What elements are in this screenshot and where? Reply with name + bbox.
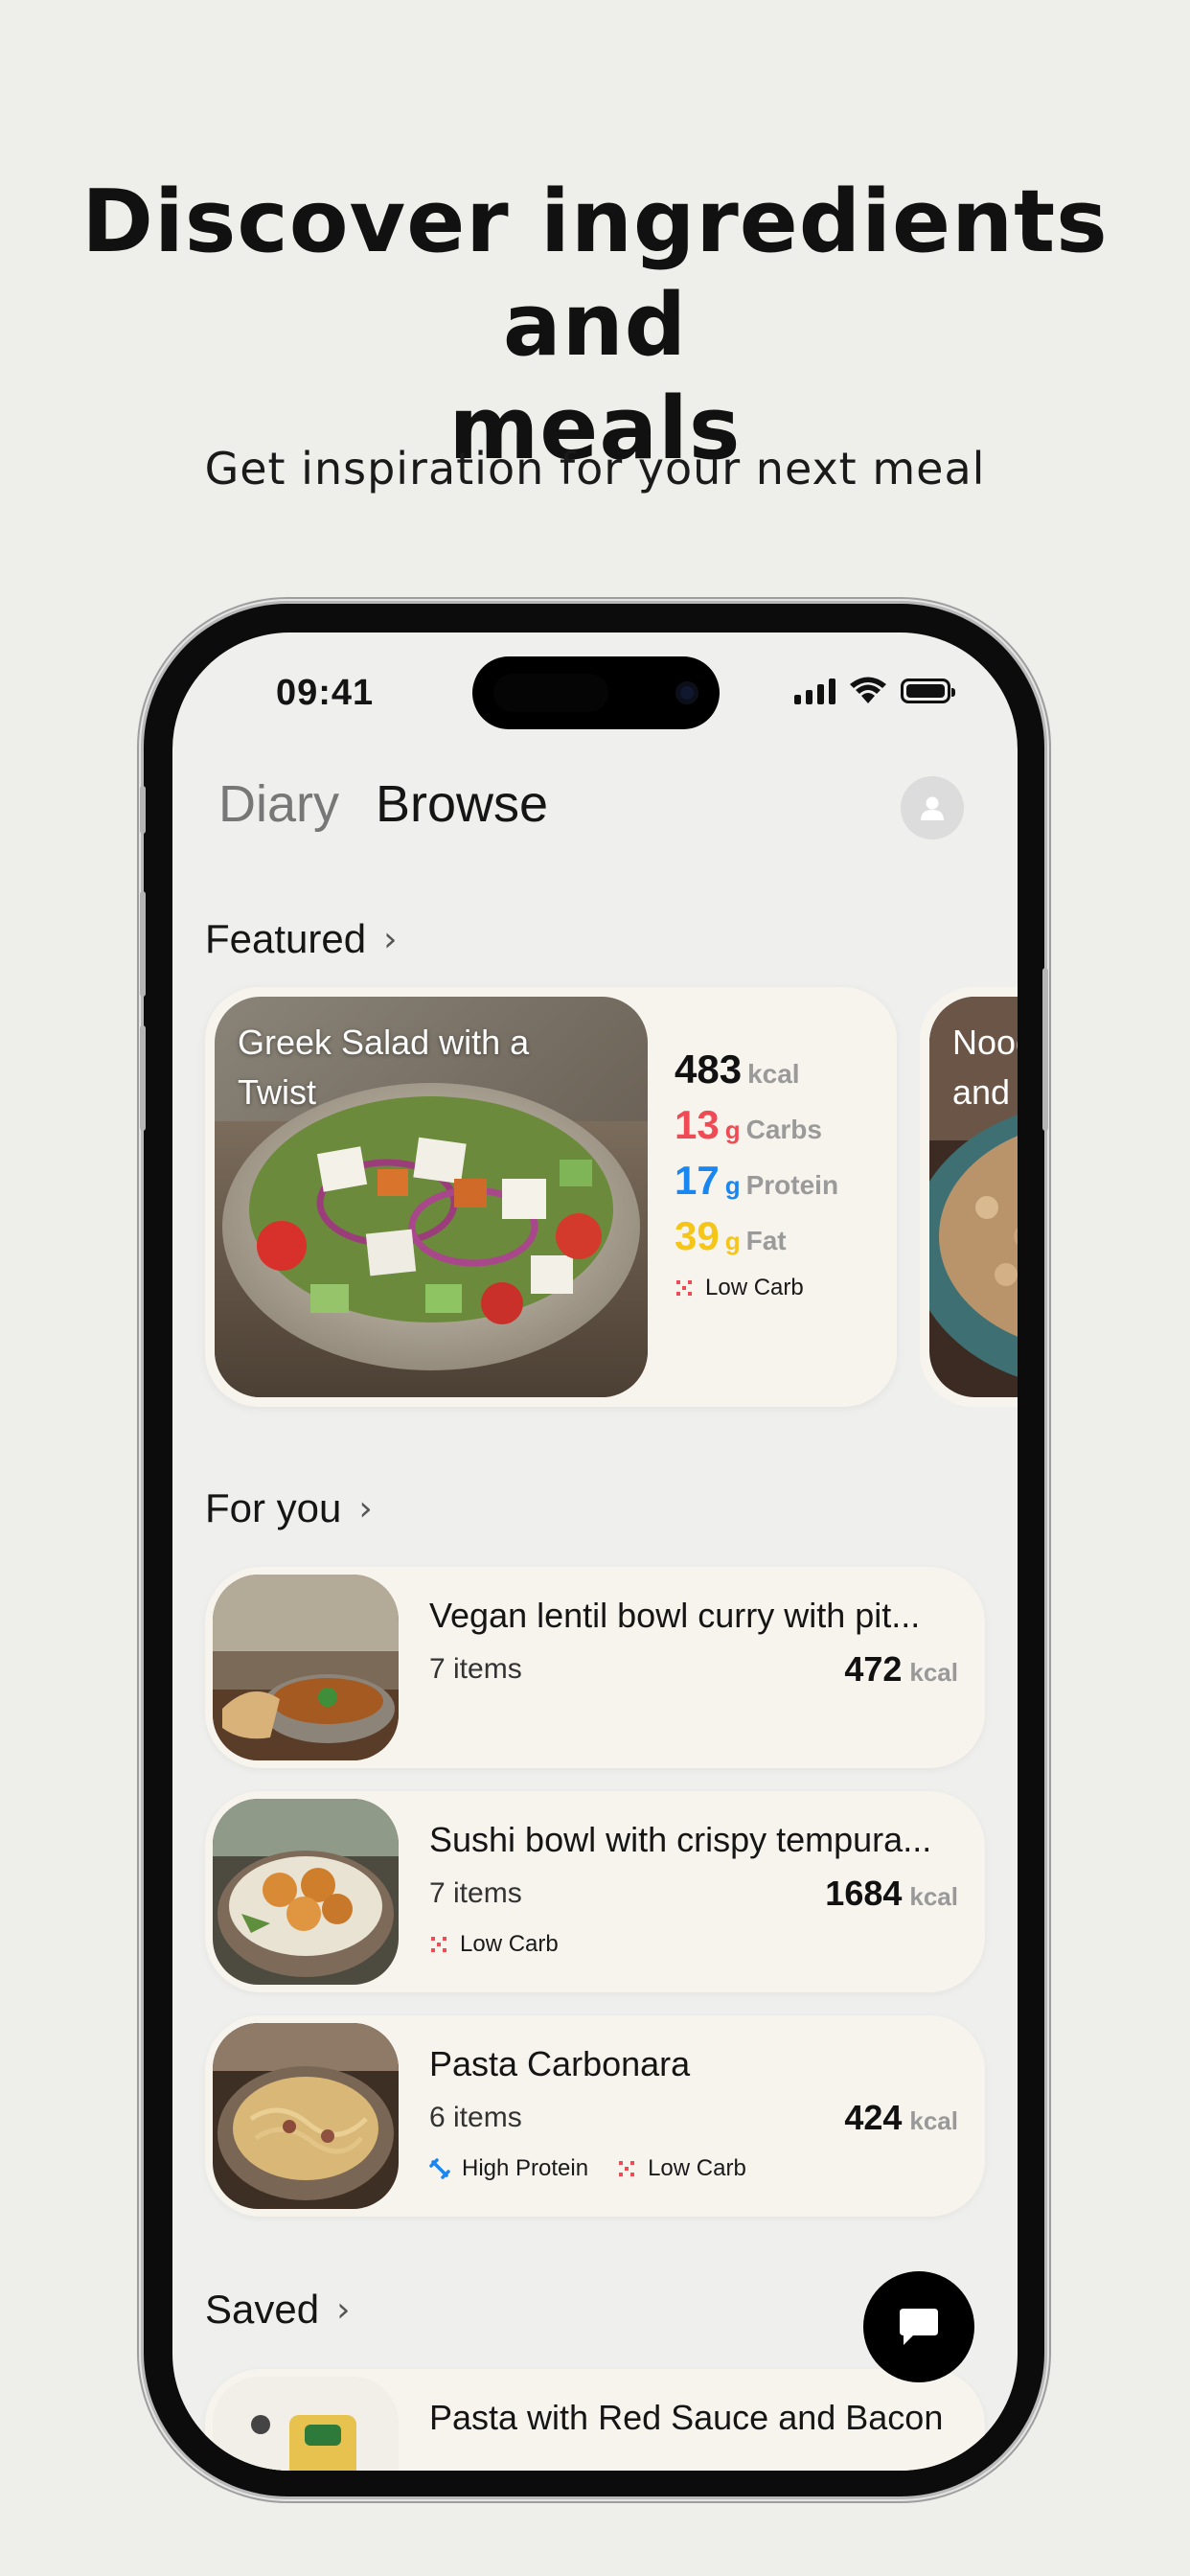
meal-kcal: 1684 kcal <box>825 1874 958 1914</box>
chevron-right-icon: › <box>336 2289 351 2330</box>
pasta-carbonara-photo <box>213 2023 399 2209</box>
carbs-unit: g <box>724 1116 741 1144</box>
meal-kcal-unit: kcal <box>909 1658 958 1687</box>
meal-card-pasta-carbonara[interactable]: Pasta Carbonara 6 items 424 kcal High Pr… <box>205 2015 985 2217</box>
protein-value: 17 <box>675 1158 720 1203</box>
view-tabs: Diary Browse <box>218 774 548 834</box>
status-icons <box>794 675 955 707</box>
tab-browse[interactable]: Browse <box>376 774 548 834</box>
kcal-row: 483 kcal <box>675 1046 838 1102</box>
low-carb-tag: Low Carb <box>675 1275 838 1301</box>
cellular-signal-icon <box>794 678 835 704</box>
low-carb-tag-label: Low Carb <box>648 2155 746 2181</box>
hero-title: Discover ingredients and meals <box>0 171 1190 481</box>
noodle-photo: Nood and <box>929 997 1018 1397</box>
hero-title-line1: Discover ingredients and <box>81 172 1109 376</box>
fat-label: Fat <box>745 1226 787 1255</box>
phone-side-button-left <box>140 786 146 834</box>
featured-section-header[interactable]: Featured › <box>205 916 398 962</box>
greek-salad-photo: Greek Salad with a Twist <box>215 997 648 1397</box>
for-you-section-header[interactable]: For you › <box>205 1485 373 1531</box>
meal-tags: Low Carb <box>429 1931 559 1958</box>
phone-volume-down <box>140 1025 146 1131</box>
meal-kcal-unit: kcal <box>909 2106 958 2135</box>
carbs-row: 13 g Carbs <box>675 1102 838 1158</box>
fat-row: 39 g Fat <box>675 1213 838 1269</box>
carbs-label: Carbs <box>745 1115 822 1144</box>
featured-card[interactable]: Greek Salad with a Twist 483 kcal 13 g C… <box>205 987 897 1407</box>
low-carb-icon <box>431 1937 446 1952</box>
camera-icon <box>675 681 698 704</box>
high-protein-tag-label: High Protein <box>462 2155 589 2181</box>
meal-name: Vegan lentil bowl curry with pit... <box>429 1596 921 1635</box>
chat-button[interactable] <box>863 2271 974 2382</box>
saved-section-header[interactable]: Saved › <box>205 2287 351 2333</box>
featured-card-next-title: Nood and <box>952 1023 1018 1112</box>
low-carb-tag-label: Low Carb <box>460 1931 559 1957</box>
hero-subtitle: Get inspiration for your next meal <box>204 443 986 494</box>
battery-icon <box>901 678 955 703</box>
meal-card-sushi-bowl[interactable]: Sushi bowl with crispy tempura... 7 item… <box>205 1791 985 1992</box>
dynamic-island-sensor <box>493 674 608 712</box>
chevron-right-icon: › <box>383 919 398 959</box>
phone-screen: 09:41 Diary Browse Featured › Greek Sala… <box>172 632 1018 2471</box>
meal-kcal-value: 424 <box>844 2098 903 2137</box>
meal-kcal: 424 kcal <box>844 2098 958 2138</box>
profile-button[interactable] <box>901 776 964 840</box>
protein-row: 17 g Protein <box>675 1158 838 1213</box>
fat-unit: g <box>724 1227 741 1255</box>
profile-icon <box>921 796 944 820</box>
low-carb-icon <box>619 2161 635 2176</box>
low-carb-tag-label: Low Carb <box>705 1275 804 1300</box>
tab-diary[interactable]: Diary <box>218 774 339 834</box>
meal-kcal-value: 472 <box>844 1649 903 1689</box>
meal-kcal-value: 1684 <box>825 1874 903 1913</box>
saved-heading: Saved <box>205 2287 320 2332</box>
protein-label: Protein <box>745 1170 839 1200</box>
meal-kcal-unit: kcal <box>909 1882 958 1911</box>
fat-value: 39 <box>675 1213 720 1258</box>
low-carb-tag: Low Carb <box>429 1931 559 1958</box>
for-you-heading: For you <box>205 1485 342 1530</box>
featured-card-title: Greek Salad with a Twist <box>238 1023 530 1112</box>
high-protein-tag: High Protein <box>429 2155 588 2182</box>
kcal-value: 483 <box>675 1046 743 1092</box>
featured-card-next[interactable]: Nood and <box>920 987 1018 1407</box>
low-carb-icon <box>676 1280 692 1296</box>
protein-unit: g <box>724 1171 741 1200</box>
chat-icon <box>900 2309 938 2345</box>
high-protein-icon <box>429 2158 450 2179</box>
meal-item-count: 7 items <box>429 1653 522 1685</box>
chevron-right-icon: › <box>358 1488 373 1529</box>
featured-macros: 483 kcal 13 g Carbs 17 g Protein 39 g Fa… <box>675 1046 838 1301</box>
phone-volume-up <box>140 891 146 997</box>
dynamic-island <box>472 656 720 729</box>
low-carb-tag: Low Carb <box>617 2155 746 2182</box>
meal-item-count: 7 items <box>429 1877 522 1909</box>
meal-tags: High Protein Low Carb <box>429 2155 746 2182</box>
meal-item-count: 6 items <box>429 2102 522 2133</box>
pasta-red-sauce-photo <box>213 2377 399 2471</box>
lentil-curry-photo <box>213 1575 399 1760</box>
featured-heading: Featured <box>205 916 367 961</box>
meal-name: Pasta Carbonara <box>429 2044 691 2083</box>
phone-power-button <box>1042 968 1048 1131</box>
meal-kcal: 472 kcal <box>844 1649 958 1690</box>
meal-card-lentil-curry[interactable]: Vegan lentil bowl curry with pit... 7 it… <box>205 1567 985 1768</box>
meal-name: Pasta with Red Sauce and Bacon <box>429 2398 944 2437</box>
sushi-bowl-photo <box>213 1799 399 1985</box>
carbs-value: 13 <box>675 1102 720 1147</box>
wifi-icon <box>850 677 886 703</box>
meal-name: Sushi bowl with crispy tempura... <box>429 1820 932 1859</box>
status-time: 09:41 <box>276 673 375 713</box>
meal-card-pasta-red-sauce[interactable]: Pasta with Red Sauce and Bacon <box>205 2369 985 2471</box>
kcal-unit: kcal <box>747 1059 800 1089</box>
